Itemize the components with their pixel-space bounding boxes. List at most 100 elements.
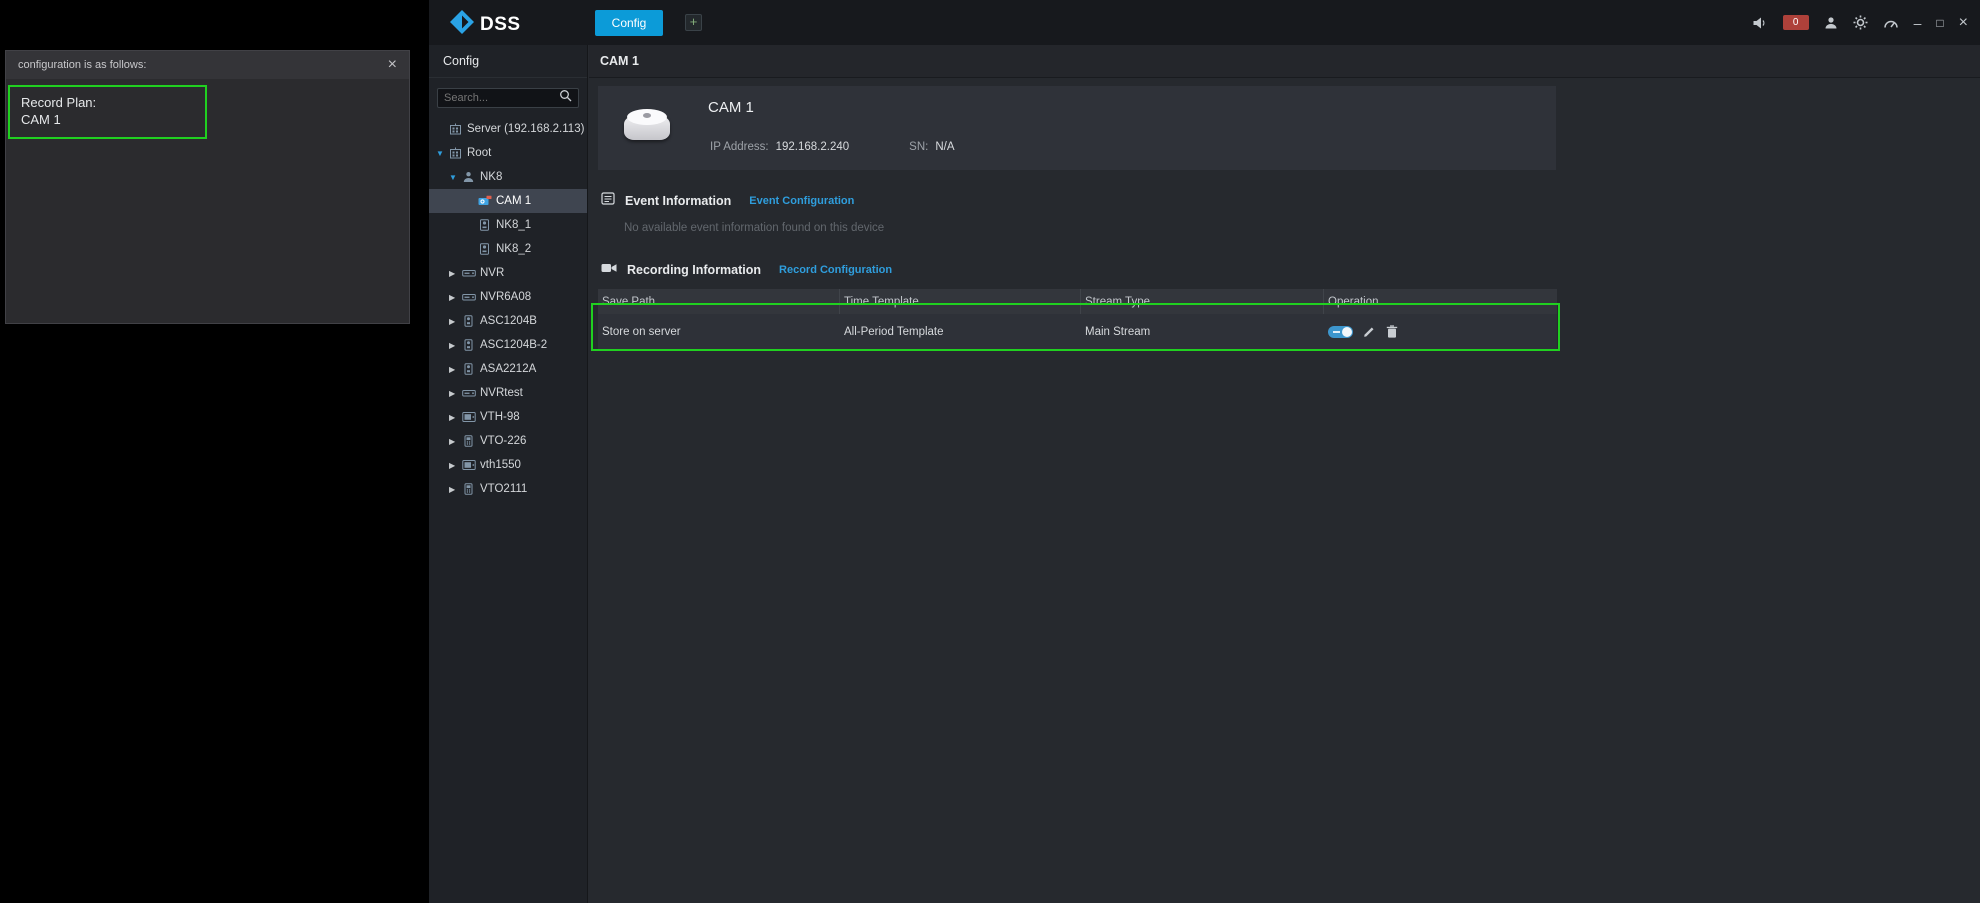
ip-value: 192.168.2.240 [776,141,850,153]
tree-item-label: vth1550 [480,459,521,471]
event-info-icon [601,192,615,210]
volume-icon[interactable] [1752,16,1768,30]
table-row: Store on server All-Period Template Main… [598,314,1557,349]
tree-item-server[interactable]: Server (192.168.2.113) [429,117,587,141]
popup-title: configuration is as follows: [18,59,146,71]
collapse-arrow-icon[interactable]: ▶ [449,485,462,494]
recording-section-title: Recording Information [627,263,761,277]
event-section-title: Event Information [625,194,731,208]
collapse-arrow-icon[interactable]: ▶ [449,437,462,446]
collapse-arrow-icon[interactable]: ▶ [449,461,462,470]
tree-item-label: NVRtest [480,387,523,399]
add-tab-button[interactable]: + [685,14,702,31]
dss-logo-icon [449,9,475,40]
column-header-operation: Operation [1324,289,1557,314]
recording-table-header: Save Path Time Template Stream Type Oper… [598,289,1557,314]
record-enable-toggle[interactable] [1328,326,1353,338]
tree-item-nk8-1[interactable]: NK8_1 [429,213,587,237]
tree-item-label: NK8_1 [496,219,531,231]
tree-item-vth1550[interactable]: ▶ vth1550 [429,453,587,477]
access-controller-icon [462,363,480,375]
tree-item-cam-1[interactable]: CAM 1 [429,189,587,213]
collapse-arrow-icon[interactable]: ▶ [449,269,462,278]
operation-cell [1324,314,1557,349]
delete-trash-icon[interactable] [1386,325,1398,338]
tree-item-asc1204b-2[interactable]: ▶ ASC1204B-2 [429,333,587,357]
nvr-icon [462,387,480,399]
smart-device-icon [462,171,480,183]
tree-item-label: CAM 1 [496,195,531,207]
access-controller-icon [462,339,480,351]
sidebar: Config Server (192.168.2.113) ▼ Root [429,45,588,903]
vto-station-icon [462,435,480,447]
event-empty-text: No available event information found on … [624,222,884,234]
collapse-arrow-icon[interactable]: ▶ [449,365,462,374]
nvr-icon [462,267,480,279]
vth-monitor-icon [462,459,480,471]
tree-item-label: NVR6A08 [480,291,531,303]
main-content: CAM 1 IP Address:192.168.2.240SN:N/A Eve… [589,78,1980,903]
tree-item-label: VTH-98 [480,411,520,423]
event-configuration-link[interactable]: Event Configuration [749,195,854,207]
alarm-host-icon [478,219,496,231]
maximize-icon[interactable]: □ [1936,17,1943,29]
tree-item-asc1204b[interactable]: ▶ ASC1204B [429,309,587,333]
collapse-arrow-icon[interactable]: ▶ [449,413,462,422]
alarm-host-icon [478,243,496,255]
user-icon[interactable] [1824,16,1838,30]
tree-item-vto-226[interactable]: ▶ VTO-226 [429,429,587,453]
tree-item-nk8-2[interactable]: NK8_2 [429,237,587,261]
tree-item-asa2212a[interactable]: ▶ ASA2212A [429,357,587,381]
time-template-cell: All-Period Template [840,314,1081,349]
nvr-icon [462,291,480,303]
tree-item-label: NK8 [480,171,502,183]
expand-arrow-icon[interactable]: ▼ [449,173,462,182]
logo-text: DSS [480,14,521,36]
page-title: CAM 1 [589,45,1980,78]
expand-arrow-icon[interactable]: ▼ [436,149,449,158]
tree-item-nvr6a08[interactable]: ▶ NVR6A08 [429,285,587,309]
event-information-section: Event Information Event Configuration [601,192,854,210]
close-window-icon[interactable]: × [1959,15,1968,31]
tree-item-nvrtest[interactable]: ▶ NVRtest [429,381,587,405]
video-camera-icon [601,261,617,279]
tab-config[interactable]: Config [595,10,663,36]
tree-item-nk8[interactable]: ▼ NK8 [429,165,587,189]
recording-information-section: Recording Information Record Configurati… [601,261,892,279]
popup-body: Record Plan: CAM 1 [6,79,409,323]
tree-item-label: NVR [480,267,504,279]
edit-pencil-icon[interactable] [1363,325,1376,338]
recording-table: Save Path Time Template Stream Type Oper… [598,289,1557,349]
close-icon[interactable]: × [388,57,397,73]
gear-icon[interactable] [1853,15,1868,30]
app-logo: DSS [449,9,521,40]
minimize-icon[interactable]: – [1914,16,1922,30]
sn-value: N/A [935,141,954,153]
record-plan-highlight-box: Record Plan: CAM 1 [8,85,207,139]
device-details: IP Address:192.168.2.240SN:N/A [710,141,955,153]
search-icon[interactable] [559,89,572,107]
gauge-icon[interactable] [1883,16,1899,29]
tree-item-label: ASA2212A [480,363,536,375]
search-input[interactable] [444,92,555,104]
collapse-arrow-icon[interactable]: ▶ [449,389,462,398]
collapse-arrow-icon[interactable]: ▶ [449,317,462,326]
tree-item-label: VTO2111 [480,483,527,495]
tree-item-root[interactable]: ▼ Root [429,141,587,165]
collapse-arrow-icon[interactable]: ▶ [449,293,462,302]
device-info-card: CAM 1 IP Address:192.168.2.240SN:N/A [598,86,1556,170]
tree-item-vto2111[interactable]: ▶ VTO2111 [429,477,587,501]
device-image [622,100,672,152]
tree-item-vth-98[interactable]: ▶ VTH-98 [429,405,587,429]
collapse-arrow-icon[interactable]: ▶ [449,341,462,350]
notification-badge[interactable]: 0 [1783,15,1809,30]
tree-item-label: VTO-226 [480,435,526,447]
tree-item-label: ASC1204B [480,315,537,327]
titlebar-right-icons: 0 – □ × [1752,0,1968,45]
record-configuration-link[interactable]: Record Configuration [779,264,892,276]
popup-header: configuration is as follows: × [6,51,409,79]
column-header-stream-type: Stream Type [1081,289,1324,314]
tree-item-label: ASC1204B-2 [480,339,547,351]
tree-item-nvr[interactable]: ▶ NVR [429,261,587,285]
device-name: CAM 1 [708,99,754,116]
